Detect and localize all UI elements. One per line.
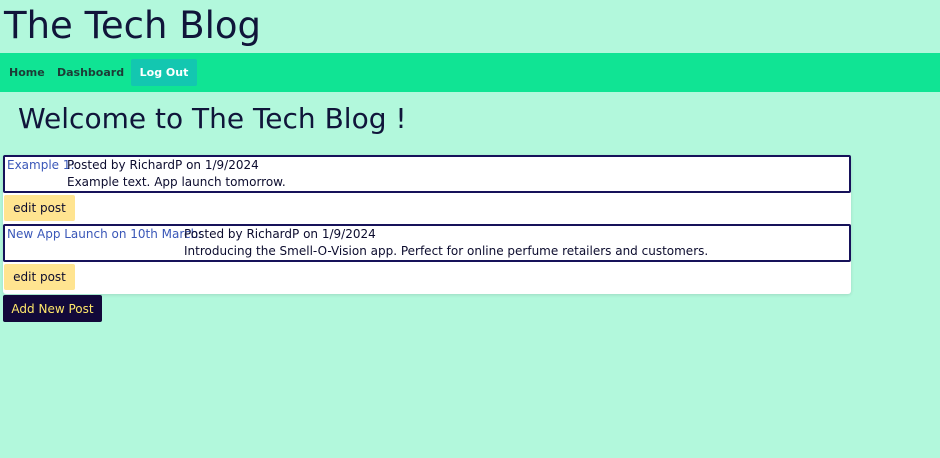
posts-list: Example 1: Posted by RichardP on 1/9/202… <box>3 155 851 294</box>
post-item: New App Launch on 10th March: Posted by … <box>3 224 851 262</box>
post-meta: Posted by RichardP on 1/9/2024 <box>67 158 259 172</box>
post-item: Example 1: Posted by RichardP on 1/9/202… <box>3 155 851 193</box>
post-meta: Posted by RichardP on 1/9/2024 <box>184 227 376 241</box>
post-body: Introducing the Smell-O-Vision app. Perf… <box>184 244 709 258</box>
post-title-link[interactable]: New App Launch on 10th March: <box>7 227 202 242</box>
navbar: Home Dashboard Log Out <box>0 53 940 92</box>
edit-post-button[interactable]: edit post <box>4 264 75 290</box>
post-body: Example text. App launch tomorrow. <box>67 175 286 189</box>
nav-home-link[interactable]: Home <box>9 66 45 80</box>
add-new-post-button[interactable]: Add New Post <box>3 295 102 322</box>
nav-dashboard-link[interactable]: Dashboard <box>57 66 124 80</box>
edit-post-button[interactable]: edit post <box>4 195 75 221</box>
logout-button[interactable]: Log Out <box>131 59 197 86</box>
post-title-link[interactable]: Example 1: <box>7 158 75 173</box>
site-title: The Tech Blog <box>4 4 261 47</box>
welcome-heading: Welcome to The Tech Blog ! <box>18 102 407 135</box>
